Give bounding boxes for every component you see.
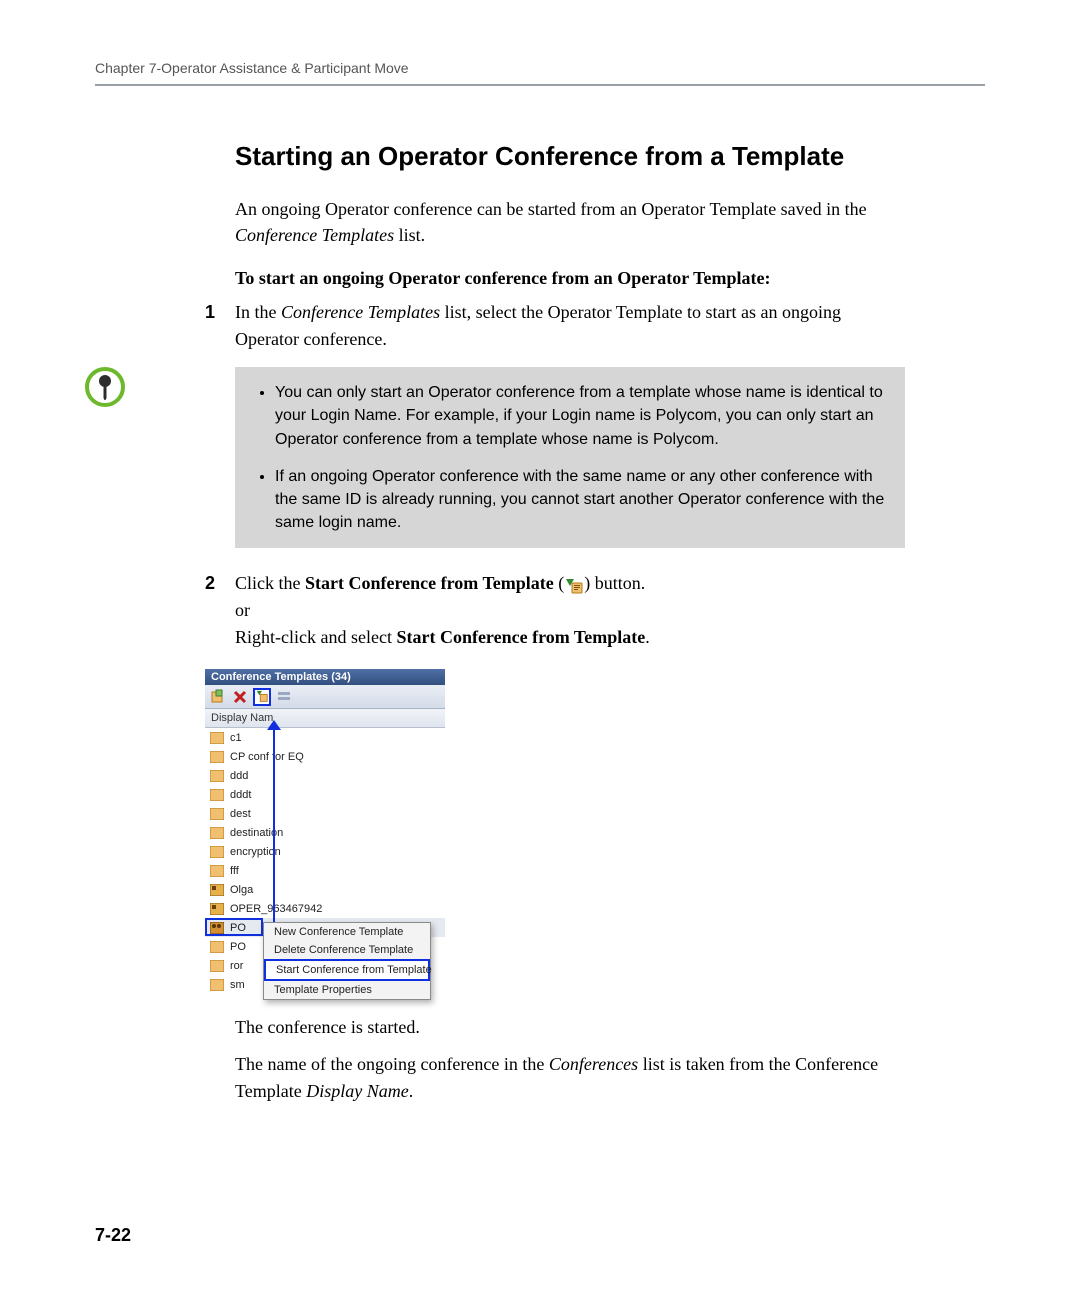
properties-button[interactable] bbox=[275, 688, 293, 706]
row-label: sm bbox=[230, 979, 245, 991]
content: An ongoing Operator conference can be st… bbox=[235, 196, 905, 1105]
panel-toolbar bbox=[205, 685, 445, 709]
row-label: OPER_963467942 bbox=[230, 903, 322, 915]
menu-item-new[interactable]: New Conference Template bbox=[264, 923, 430, 941]
intro-paragraph: An ongoing Operator conference can be st… bbox=[235, 196, 905, 248]
template-icon bbox=[210, 846, 224, 858]
highlight-arrow-icon bbox=[267, 720, 281, 730]
step-2: 2 Click the Start Conference from Templa… bbox=[235, 570, 905, 651]
template-icon bbox=[210, 941, 224, 953]
note-bullet: If an ongoing Operator conference with t… bbox=[275, 465, 887, 535]
list-item[interactable]: dest bbox=[205, 804, 445, 823]
procedure-heading: To start an ongoing Operator conference … bbox=[235, 268, 905, 289]
list-item[interactable]: CP conf for EQ bbox=[205, 747, 445, 766]
template-icon bbox=[210, 789, 224, 801]
template-icon bbox=[210, 979, 224, 991]
start-from-template-button[interactable] bbox=[253, 688, 271, 706]
operator-template-icon bbox=[210, 903, 224, 915]
text-bold: Start Conference from Template bbox=[396, 627, 645, 647]
template-icon bbox=[210, 770, 224, 782]
list-item[interactable]: encryption bbox=[205, 842, 445, 861]
toolbar-button[interactable] bbox=[209, 688, 227, 706]
menu-item-delete[interactable]: Delete Conference Template bbox=[264, 941, 430, 959]
template-icon bbox=[210, 960, 224, 972]
row-label: CP conf for EQ bbox=[230, 751, 304, 763]
text: . bbox=[409, 1081, 414, 1101]
text: An ongoing Operator conference can be st… bbox=[235, 199, 867, 219]
page-number: 7-22 bbox=[95, 1225, 131, 1246]
page-header: Chapter 7-Operator Assistance & Particip… bbox=[95, 60, 985, 76]
delete-button[interactable] bbox=[231, 688, 249, 706]
result-paragraph: The conference is started. The name of t… bbox=[235, 1014, 905, 1105]
step-body: In the Conference Templates list, select… bbox=[235, 299, 905, 353]
row-label: ror bbox=[230, 960, 243, 972]
header-rule bbox=[95, 84, 985, 86]
row-label: fff bbox=[230, 865, 239, 877]
list-item[interactable]: dddt bbox=[205, 785, 445, 804]
template-list: c1 CP conf for EQ ddd dddt dest destinat… bbox=[205, 728, 445, 994]
list-item[interactable]: ddd bbox=[205, 766, 445, 785]
start-template-icon bbox=[564, 576, 584, 594]
highlight-box bbox=[205, 918, 263, 936]
text: The conference is started. bbox=[235, 1014, 905, 1041]
template-icon bbox=[210, 732, 224, 744]
section-title: Starting an Operator Conference from a T… bbox=[95, 141, 985, 172]
step-body: Click the Start Conference from Template… bbox=[235, 570, 905, 651]
template-icon bbox=[210, 865, 224, 877]
page: Chapter 7-Operator Assistance & Particip… bbox=[0, 0, 1080, 1306]
text-italic: Conference Templates bbox=[235, 225, 394, 245]
template-icon bbox=[210, 827, 224, 839]
row-label: dddt bbox=[230, 789, 251, 801]
row-label: destination bbox=[230, 827, 283, 839]
step-1: 1 In the Conference Templates list, sele… bbox=[235, 299, 905, 353]
list-item[interactable]: fff bbox=[205, 861, 445, 880]
row-label: ddd bbox=[230, 770, 248, 782]
text-italic: Conferences bbox=[549, 1054, 638, 1074]
step-number: 2 bbox=[205, 570, 235, 597]
panel-titlebar: Conference Templates (34) bbox=[205, 669, 445, 685]
text: In the bbox=[235, 302, 281, 322]
list-item[interactable]: destination bbox=[205, 823, 445, 842]
pin-icon bbox=[85, 367, 125, 407]
text: Right-click and select bbox=[235, 627, 396, 647]
text: . bbox=[645, 627, 650, 647]
screenshot-panel: Conference Templates (34) Display Nam bbox=[205, 669, 445, 994]
text: list. bbox=[394, 225, 425, 245]
text: ( bbox=[554, 573, 565, 593]
row-label: c1 bbox=[230, 732, 242, 744]
text: The name of the ongoing conference in th… bbox=[235, 1054, 549, 1074]
text: ) button. bbox=[584, 573, 645, 593]
list-item[interactable]: OPER_963467942 bbox=[205, 899, 445, 918]
menu-item-properties[interactable]: Template Properties bbox=[264, 981, 430, 999]
template-icon bbox=[210, 808, 224, 820]
template-icon bbox=[210, 751, 224, 763]
context-menu: New Conference Template Delete Conferenc… bbox=[263, 922, 431, 1000]
row-label: dest bbox=[230, 808, 251, 820]
row-label: PO bbox=[230, 941, 246, 953]
step-number: 1 bbox=[205, 299, 235, 326]
row-label: Olga bbox=[230, 884, 253, 896]
text-italic: Display Name bbox=[306, 1081, 409, 1101]
menu-item-start-from-template[interactable]: Start Conference from Template bbox=[264, 959, 430, 981]
text-bold: Start Conference from Template bbox=[305, 573, 554, 593]
note-box: You can only start an Operator conferenc… bbox=[235, 367, 905, 548]
note-block: You can only start an Operator conferenc… bbox=[235, 367, 905, 548]
note-bullet: You can only start an Operator conferenc… bbox=[275, 381, 887, 451]
text-italic: Conference Templates bbox=[281, 302, 440, 322]
list-item[interactable]: Olga bbox=[205, 880, 445, 899]
text: The name of the ongoing conference in th… bbox=[235, 1051, 905, 1105]
operator-template-icon bbox=[210, 884, 224, 896]
column-header[interactable]: Display Nam bbox=[205, 709, 445, 728]
text: or bbox=[235, 600, 250, 620]
text: Click the bbox=[235, 573, 305, 593]
list-item[interactable]: c1 bbox=[205, 728, 445, 747]
